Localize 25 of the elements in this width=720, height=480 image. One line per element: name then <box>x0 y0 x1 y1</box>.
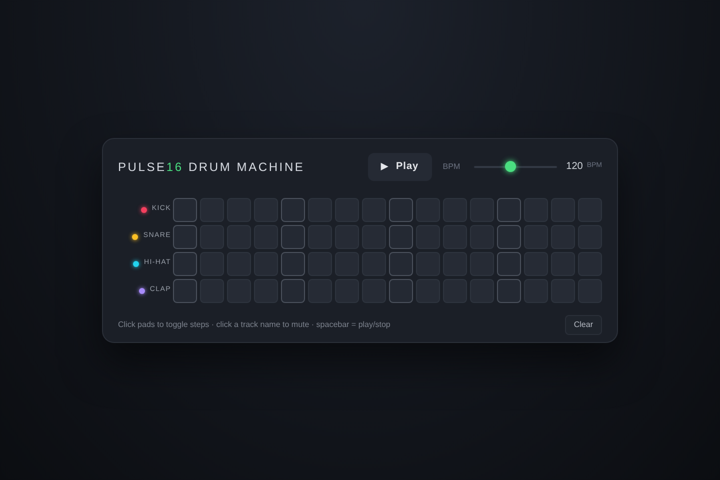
slider-thumb[interactable] <box>505 161 516 172</box>
step-pad[interactable] <box>497 252 521 276</box>
play-icon: ▶ <box>381 160 388 174</box>
clear-button[interactable]: Clear <box>564 314 602 334</box>
bpm-value: 120 <box>566 160 583 174</box>
step-pad[interactable] <box>281 198 305 222</box>
step-pad[interactable] <box>389 252 413 276</box>
step-pad[interactable] <box>173 252 197 276</box>
step-pad[interactable] <box>281 252 305 276</box>
step-pad[interactable] <box>497 198 521 222</box>
play-button[interactable]: ▶ Play <box>368 152 432 180</box>
step-pad[interactable] <box>389 198 413 222</box>
step-pad[interactable] <box>497 278 521 302</box>
step-pad[interactable] <box>497 224 521 248</box>
bpm-label: BPM <box>442 160 460 172</box>
step-pad[interactable] <box>173 224 197 248</box>
app-title: PULSE 16 DRUM MACHINE <box>118 158 306 176</box>
step-pad[interactable] <box>389 278 413 302</box>
step-pad[interactable] <box>281 278 305 302</box>
step-pad[interactable] <box>173 198 197 222</box>
step-pad[interactable] <box>173 278 197 302</box>
step-pad[interactable] <box>281 224 305 248</box>
hint-text: Click pads to toggle steps · click a track name to mute · spacebar = play/stop <box>118 318 392 330</box>
step-pad[interactable] <box>389 224 413 248</box>
tempo-slider[interactable] <box>474 161 558 172</box>
